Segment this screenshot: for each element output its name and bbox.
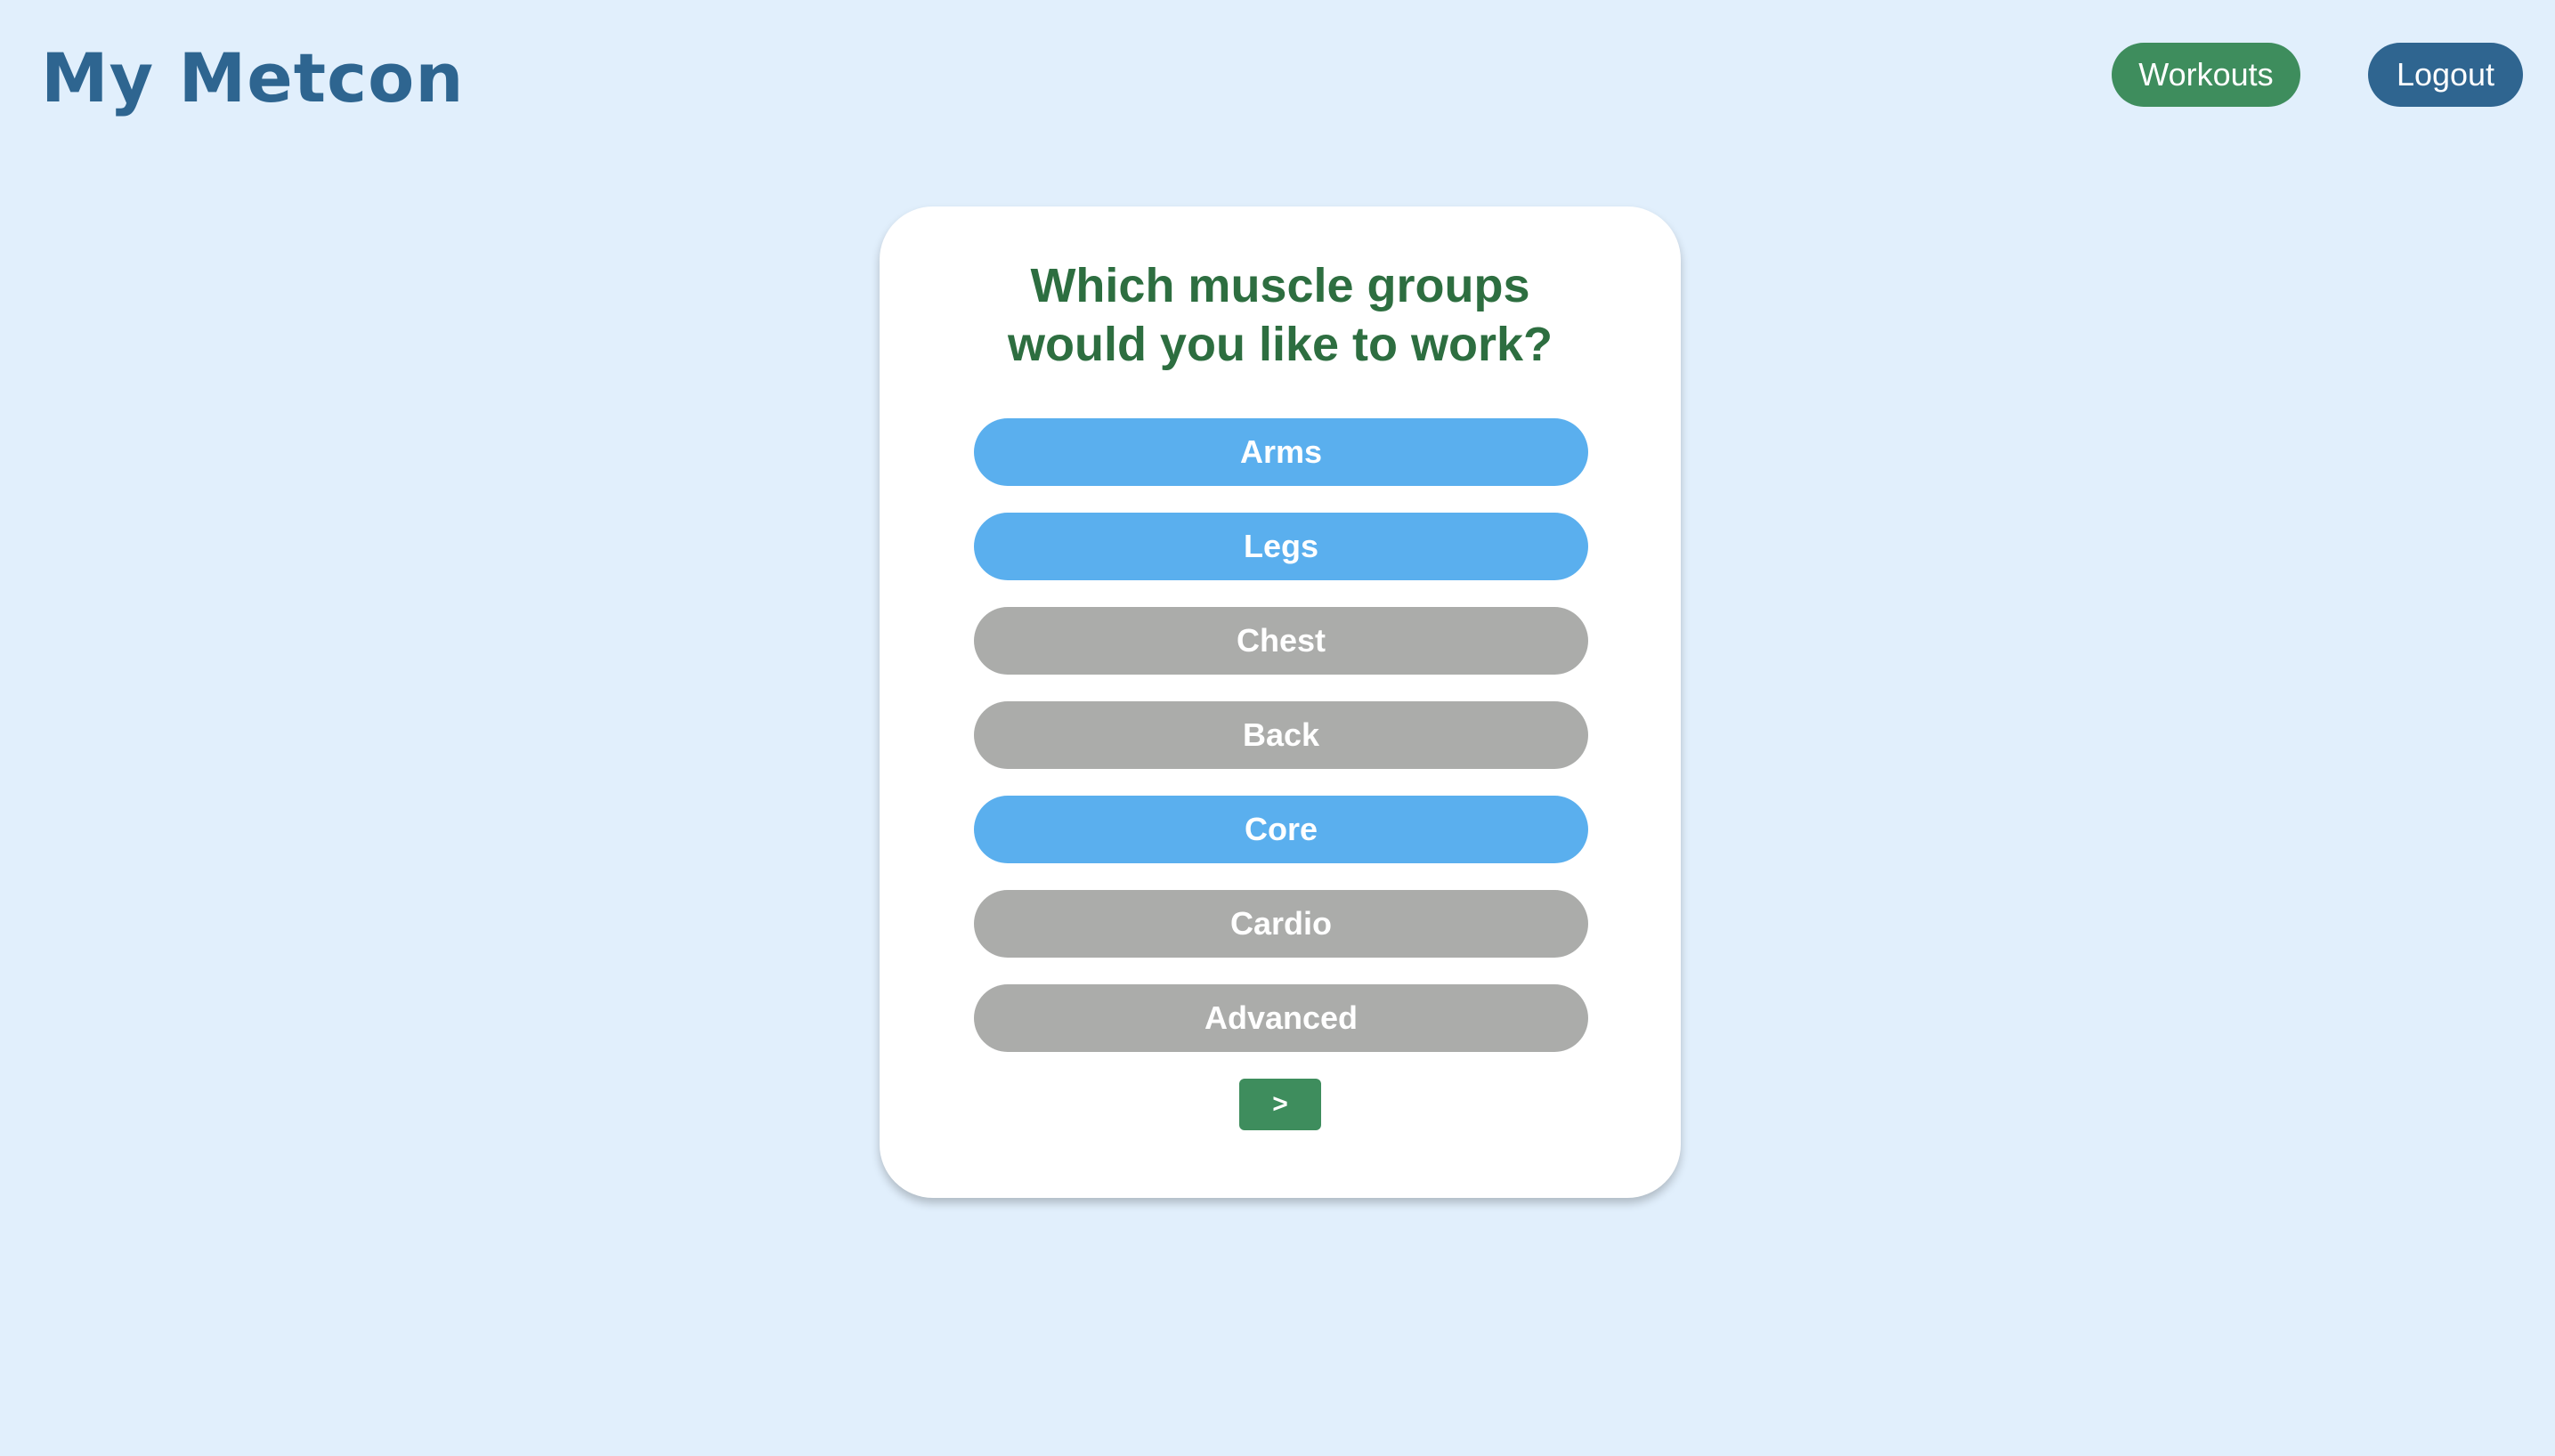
option-core[interactable]: Core xyxy=(974,796,1588,863)
question-title: Which muscle groups would you like to wo… xyxy=(880,256,1681,374)
question-title-line-1: Which muscle groups xyxy=(1030,259,1530,312)
option-back[interactable]: Back xyxy=(974,701,1588,769)
option-chest[interactable]: Chest xyxy=(974,607,1588,675)
muscle-group-card: Which muscle groups would you like to wo… xyxy=(880,206,1681,1198)
option-cardio[interactable]: Cardio xyxy=(974,890,1588,958)
option-advanced[interactable]: Advanced xyxy=(974,984,1588,1052)
next-button[interactable]: > xyxy=(1239,1079,1321,1130)
option-arms[interactable]: Arms xyxy=(974,418,1588,486)
muscle-group-options: Arms Legs Chest Back Core Cardio Advance… xyxy=(974,418,1588,1079)
option-legs[interactable]: Legs xyxy=(974,513,1588,580)
question-title-line-2: would you like to work? xyxy=(1007,318,1553,371)
workouts-button[interactable]: Workouts xyxy=(2112,43,2300,107)
logout-button[interactable]: Logout xyxy=(2368,43,2523,107)
app-logo: My Metcon xyxy=(41,38,465,117)
